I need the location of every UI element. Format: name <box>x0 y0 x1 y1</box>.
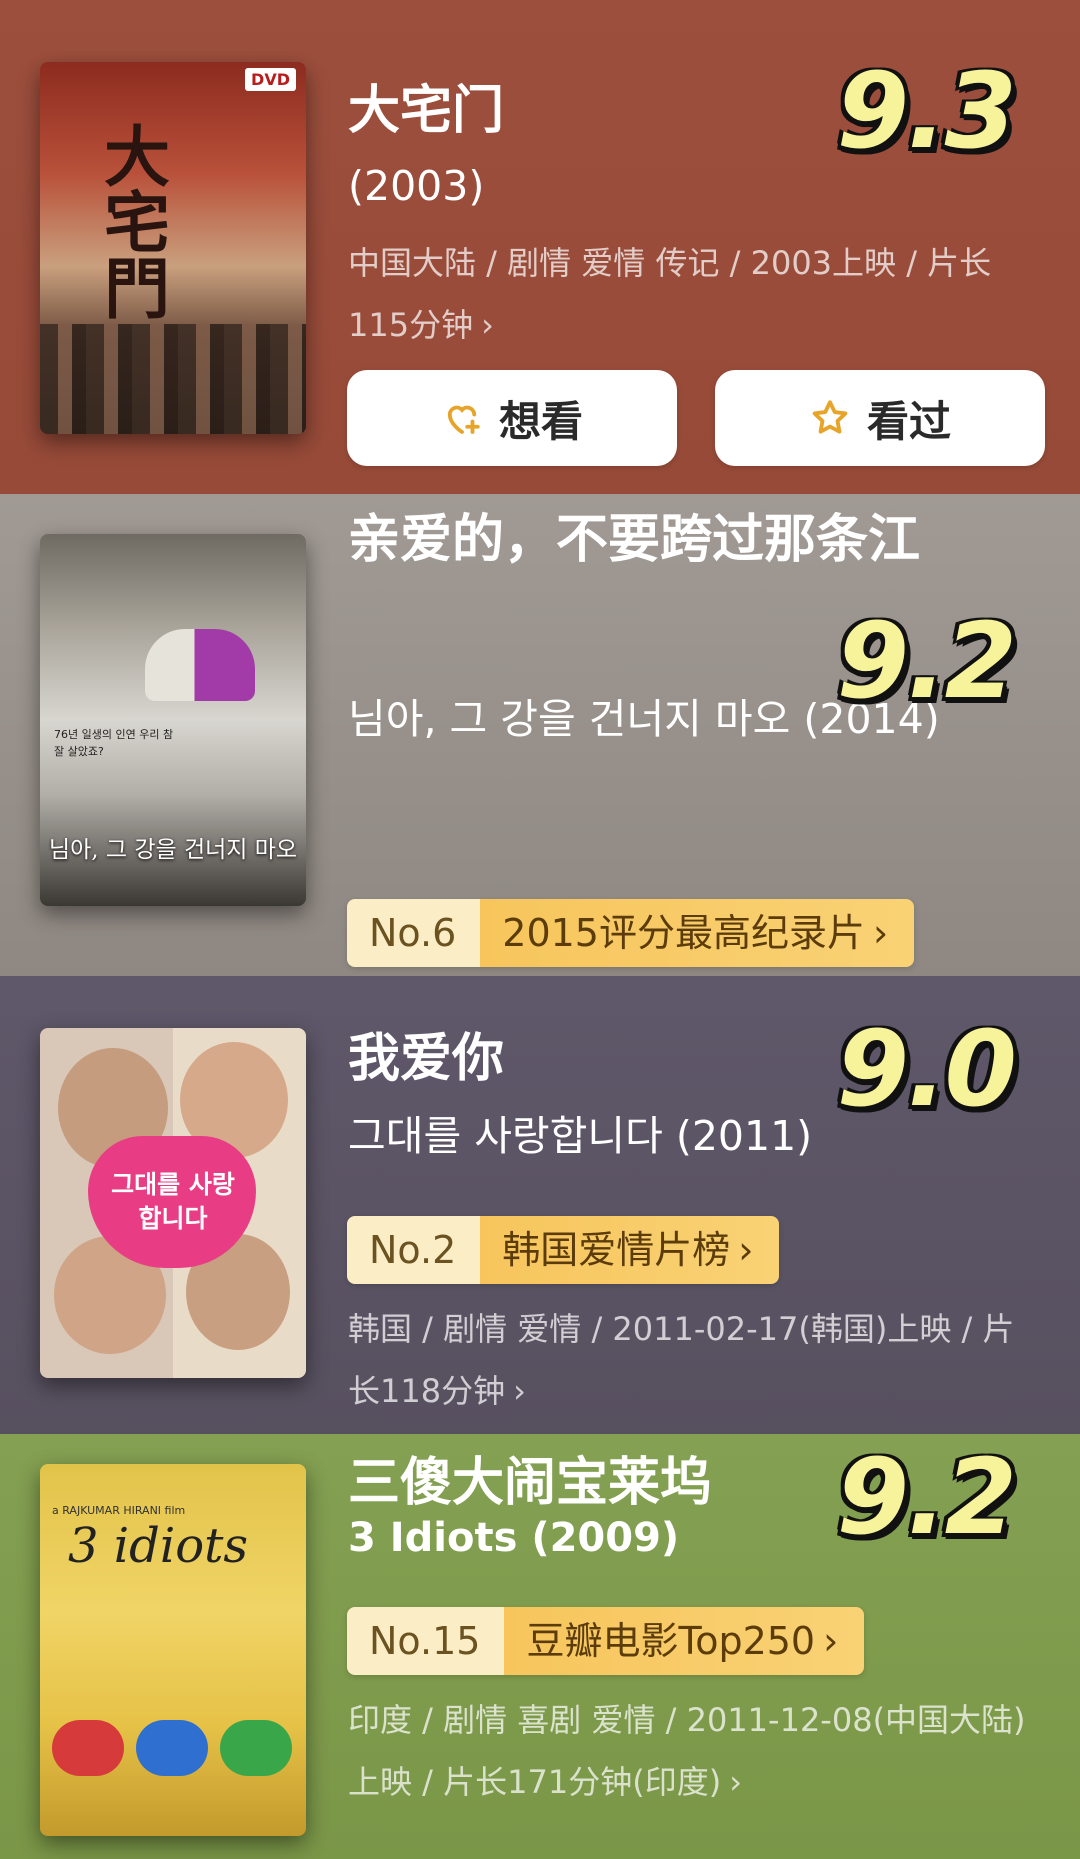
watched-label: 看过 <box>866 396 951 446</box>
watched-button[interactable]: 看过 <box>715 370 1045 466</box>
poster-title-text: 大宅門 <box>93 122 171 320</box>
want-to-watch-label: 想看 <box>498 396 583 446</box>
movie-card-my-love-dont-cross-river[interactable]: 76년 일생의 인연 우리 참 잘 살았죠? 님아, 그 강을 건너지 마오 亲… <box>0 494 1080 976</box>
ranking-number: No.6 <box>347 899 481 967</box>
movie-card-i-love-you[interactable]: 그대를 사랑합니다 我爱你 그대를 사랑합니다 (2011) 9.0 No.2 … <box>0 976 1080 1434</box>
chevron-right-icon: › <box>738 1228 754 1272</box>
movie-meta-text: 韩国 / 剧情 爱情 / 2011-02-17(韩国)上映 / 片长118分钟 <box>348 1310 1015 1410</box>
rating-score: 9.2 <box>836 1436 1017 1558</box>
chevron-right-icon: › <box>823 1619 839 1663</box>
ranking-number: No.15 <box>347 1607 505 1675</box>
ranking-list-label: 2015评分最高纪录片 <box>502 911 865 955</box>
poster-image[interactable]: 그대를 사랑합니다 <box>40 1028 306 1378</box>
ranking-list: 韩国爱情片榜 › <box>480 1216 780 1284</box>
poster-cushion-blue <box>136 1720 208 1776</box>
chevron-right-icon: › <box>481 306 494 344</box>
poster-title-text: 그대를 사랑합니다 <box>111 1170 235 1233</box>
chevron-right-icon: › <box>513 1372 526 1410</box>
chevron-right-icon: › <box>729 1763 742 1801</box>
ranking-badge[interactable]: No.2 韩国爱情片榜 › <box>347 1216 780 1284</box>
poster-image[interactable]: a RAJKUMAR HIRANI film 3 idiots <box>40 1464 306 1836</box>
poster-image[interactable]: DVD 大宅門 <box>40 62 306 434</box>
star-icon <box>812 400 848 434</box>
rating-score: 9.0 <box>836 1008 1017 1130</box>
poster-image[interactable]: 76년 일생의 인연 우리 참 잘 살았죠? 님아, 그 강을 건너지 마오 <box>40 534 306 906</box>
poster-title-text: 3 idiots <box>68 1518 249 1574</box>
movie-card-3-idiots[interactable]: a RAJKUMAR HIRANI film 3 idiots 三傻大闹宝莱坞 … <box>0 1434 1080 1859</box>
poster-badge: DVD <box>245 68 296 91</box>
movie-meta[interactable]: 中国大陆 / 剧情 爱情 传记 / 2003上映 / 片长115分钟 › <box>348 232 1030 356</box>
movie-card-dazhaimen[interactable]: DVD 大宅門 大宅门 (2003) 中国大陆 / 剧情 爱情 传记 / 200… <box>0 0 1080 494</box>
want-to-watch-button[interactable]: 想看 <box>347 370 677 466</box>
ranking-list-label: 豆瓣电影Top250 <box>526 1619 816 1663</box>
rating-score: 9.3 <box>836 50 1017 172</box>
ranking-list-label: 韩国爱情片榜 <box>502 1228 731 1272</box>
ranking-number: No.2 <box>347 1216 481 1284</box>
poster-cushion-red <box>52 1720 124 1776</box>
movie-meta-text: 印度 / 剧情 喜剧 爱情 / 2011-12-08(中国大陆)上映 / 片长1… <box>348 1701 1026 1801</box>
poster-cushion-green <box>220 1720 292 1776</box>
movie-title: 亲爱的，不要跨过那条江 <box>348 510 921 570</box>
ranking-list: 豆瓣电影Top250 › <box>504 1607 865 1675</box>
movie-meta[interactable]: 韩国 / 剧情 爱情 / 2011-02-17(韩国)上映 / 片长118分钟 › <box>348 1298 1030 1422</box>
ranking-badge[interactable]: No.6 2015评分最高纪录片 › <box>347 899 915 967</box>
heart-plus-icon <box>447 405 480 434</box>
movie-meta[interactable]: 印度 / 剧情 喜剧 爱情 / 2011-12-08(中国大陆)上映 / 片长1… <box>348 1689 1030 1813</box>
ranking-badge[interactable]: No.15 豆瓣电影Top250 › <box>347 1607 865 1675</box>
rating-score: 9.2 <box>836 600 1017 722</box>
poster-credit: a RAJKUMAR HIRANI film <box>52 1504 186 1517</box>
poster-figures <box>145 629 255 701</box>
poster-caption: 76년 일생의 인연 우리 참 잘 살았죠? <box>54 728 174 758</box>
movie-meta-text: 中国大陆 / 剧情 爱情 传记 / 2003上映 / 片长115分钟 <box>348 244 992 344</box>
poster-title-text: 님아, 그 강을 건너지 마오 <box>48 837 298 863</box>
poster-crowd <box>40 324 306 434</box>
chevron-right-icon: › <box>872 911 889 955</box>
ranking-list: 2015评分最高纪录片 › <box>480 899 915 967</box>
